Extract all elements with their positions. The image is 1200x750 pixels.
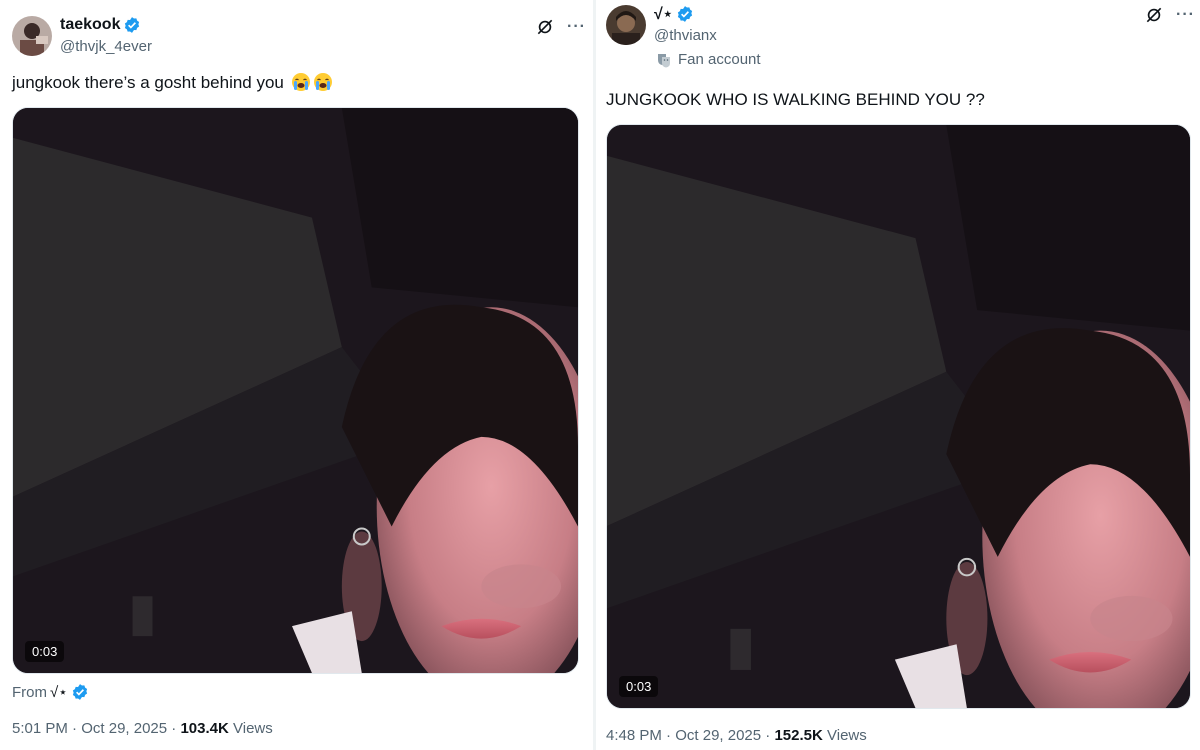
verified-badge-icon bbox=[676, 5, 694, 23]
tweet-text: jungkook there’s a gosht behind you bbox=[12, 72, 333, 93]
more-options-icon[interactable]: ··· bbox=[1176, 7, 1195, 23]
views-count: 152.5K bbox=[774, 727, 823, 744]
tweet-right: √⋆ @thvianx ··· Fan account JUNGKOOK WHO… bbox=[596, 0, 1200, 750]
tweet-left: taekook @thvjk_4ever ··· jungkook there’… bbox=[0, 0, 593, 750]
tweet-actions-top: ··· bbox=[1144, 5, 1195, 25]
tweet-actions-top: ··· bbox=[535, 17, 586, 37]
from-attribution[interactable]: From √⋆ bbox=[12, 683, 89, 701]
video-player[interactable]: 0:03 bbox=[606, 124, 1191, 709]
handle[interactable]: @thvjk_4ever bbox=[60, 38, 152, 55]
verified-badge-icon bbox=[123, 16, 141, 34]
video-thumbnail bbox=[13, 108, 578, 673]
video-duration: 0:03 bbox=[25, 641, 65, 662]
tweet-date[interactable]: Oct 29, 2025 bbox=[81, 720, 167, 737]
video-player[interactable]: 0:03 bbox=[12, 107, 579, 674]
more-options-icon[interactable]: ··· bbox=[567, 19, 586, 35]
tweet-metadata: 5:01 PM · Oct 29, 2025 · 103.4K Views bbox=[12, 720, 273, 737]
avatar[interactable] bbox=[12, 16, 52, 56]
author-name-row[interactable]: √⋆ bbox=[654, 4, 694, 24]
tweet-date[interactable]: Oct 29, 2025 bbox=[675, 727, 761, 744]
views-count: 103.4K bbox=[180, 720, 229, 737]
from-label: From bbox=[12, 683, 47, 701]
handle[interactable]: @thvianx bbox=[654, 27, 717, 44]
tweet-time[interactable]: 5:01 PM bbox=[12, 720, 68, 737]
display-name[interactable]: taekook bbox=[60, 16, 120, 34]
tweet-text: JUNGKOOK WHO IS WALKING BEHIND YOU ?? bbox=[606, 90, 985, 109]
account-badge: Fan account bbox=[656, 51, 761, 68]
video-duration: 0:03 bbox=[619, 676, 659, 697]
tweet-metadata: 4:48 PM · Oct 29, 2025 · 152.5K Views bbox=[606, 727, 867, 744]
verified-badge-icon bbox=[71, 683, 89, 701]
views-label: Views bbox=[827, 727, 867, 744]
author-name-row[interactable]: taekook bbox=[60, 16, 141, 34]
loudly-crying-face-icon bbox=[313, 72, 333, 92]
fan-account-label: Fan account bbox=[678, 51, 761, 68]
avatar[interactable] bbox=[606, 5, 646, 45]
display-name[interactable]: √⋆ bbox=[654, 4, 673, 24]
views-label: Views bbox=[233, 720, 273, 737]
theater-masks-icon bbox=[656, 52, 672, 68]
loudly-crying-face-icon bbox=[291, 72, 311, 92]
tweet-time[interactable]: 4:48 PM bbox=[606, 727, 662, 744]
from-name[interactable]: √⋆ bbox=[50, 683, 68, 701]
grok-icon[interactable] bbox=[1144, 5, 1164, 25]
video-thumbnail bbox=[607, 125, 1190, 708]
grok-icon[interactable] bbox=[535, 17, 555, 37]
